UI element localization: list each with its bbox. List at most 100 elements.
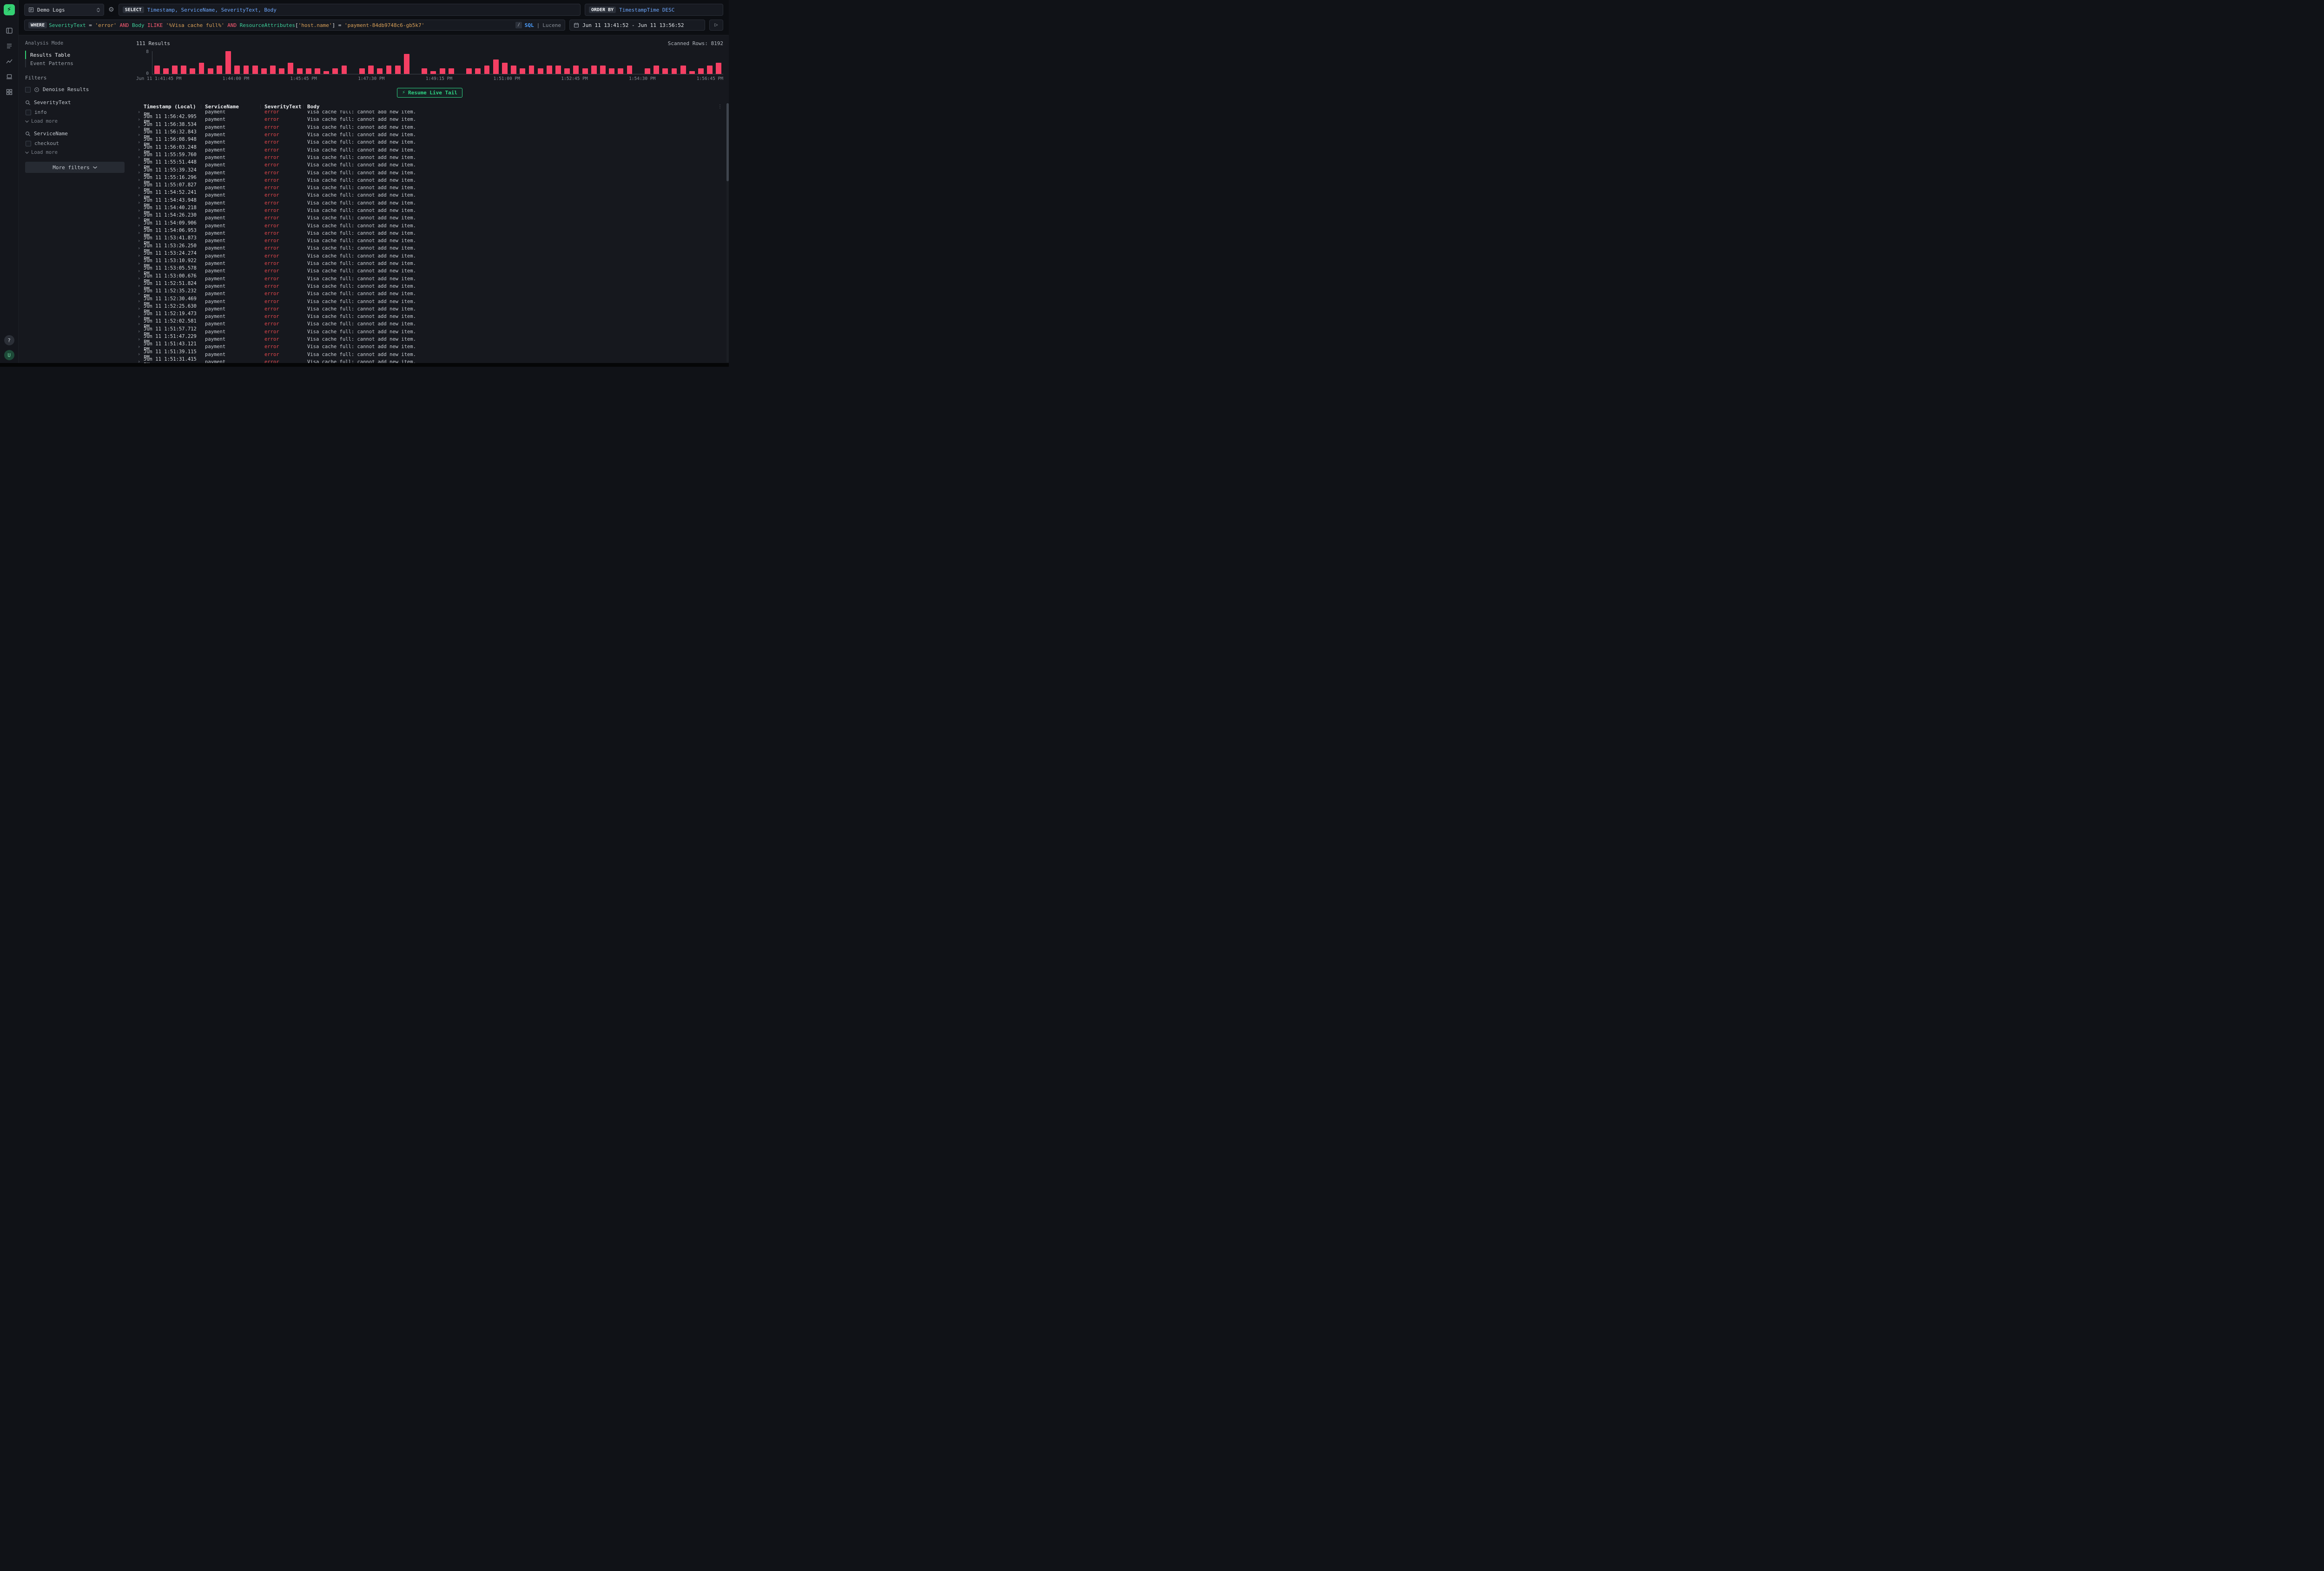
log-table-row[interactable]: ›Jun 11 1:55:51.448 PMpaymenterrorVisa c… (136, 161, 723, 169)
expand-row-icon[interactable]: › (136, 306, 144, 311)
log-table-row[interactable]: ›Jun 11 1:52:30.469 PMpaymenterrorVisa c… (136, 297, 723, 305)
column-resize-handle[interactable]: ⋮ (199, 105, 203, 109)
source-select[interactable]: Demo Logs (24, 4, 104, 16)
expand-row-icon[interactable]: › (136, 216, 144, 221)
histogram-bar[interactable] (315, 68, 320, 74)
histogram-bar[interactable] (564, 68, 570, 74)
expand-row-icon[interactable]: › (136, 352, 144, 357)
expand-row-icon[interactable]: › (136, 322, 144, 327)
histogram-bar[interactable] (288, 63, 293, 74)
histogram-bar[interactable] (225, 51, 231, 74)
histogram-bar[interactable] (609, 68, 614, 74)
log-table-row[interactable]: ›Jun 11 1:54:40.218 PMpaymenterrorVisa c… (136, 207, 723, 214)
app-logo-bolt-icon[interactable]: ⚡ (4, 4, 15, 15)
histogram-bar[interactable] (466, 68, 472, 74)
histogram-bar[interactable] (377, 68, 383, 74)
log-table-row[interactable]: ›Jun 11 1:55:39.324 PMpaymenterrorVisa c… (136, 169, 723, 176)
expand-row-icon[interactable]: › (136, 276, 144, 281)
histogram-bar[interactable] (672, 68, 677, 74)
histogram-bar[interactable] (163, 68, 169, 74)
log-table-row[interactable]: ›Jun 11 1:51:47.229 PMpaymenterrorVisa c… (136, 336, 723, 343)
histogram-bar[interactable] (430, 71, 436, 74)
denoise-checkbox[interactable] (25, 87, 31, 92)
histogram-bar[interactable] (270, 66, 276, 74)
histogram-bar[interactable] (449, 68, 454, 74)
header-severitytext[interactable]: SeverityText⋮ (264, 104, 307, 110)
expand-row-icon[interactable]: › (136, 163, 144, 168)
run-query-button[interactable]: ▷ (709, 20, 723, 31)
expand-row-icon[interactable]: › (136, 238, 144, 244)
where-query-input[interactable]: WHERESeverityText = 'error' AND Body ILI… (24, 20, 565, 31)
histogram-bar[interactable] (502, 63, 508, 74)
histogram-bar[interactable] (618, 68, 623, 74)
histogram-bar[interactable] (600, 66, 606, 74)
histogram-bar[interactable] (368, 66, 374, 74)
expand-row-icon[interactable]: › (136, 178, 144, 183)
expand-row-icon[interactable]: › (136, 208, 144, 213)
histogram-bar[interactable] (627, 66, 633, 74)
header-timestamp[interactable]: Timestamp (Local)⋮ (144, 104, 205, 110)
log-table-row[interactable]: ›Jun 11 1:55:59.760 PMpaymenterrorVisa c… (136, 154, 723, 161)
histogram-bar[interactable] (422, 68, 427, 74)
log-table-row[interactable]: ›Jun 11 1:53:26.250 PMpaymenterrorVisa c… (136, 244, 723, 252)
histogram-bar[interactable] (297, 68, 303, 74)
expand-row-icon[interactable]: › (136, 299, 144, 304)
mode-event-patterns[interactable]: Event Patterns (25, 59, 125, 67)
histogram-bar[interactable] (395, 66, 401, 74)
log-table-row[interactable]: ›Jun 11 1:56:32.843 PMpaymenterrorVisa c… (136, 131, 723, 139)
histogram-bar[interactable] (217, 66, 222, 74)
log-table-row[interactable]: ›Jun 11 1:53:24.274 PMpaymenterrorVisa c… (136, 252, 723, 260)
time-range-picker[interactable]: Jun 11 13:41:52 - Jun 11 13:56:52 (569, 20, 705, 31)
expand-row-icon[interactable]: › (136, 269, 144, 274)
expand-row-icon[interactable]: › (136, 155, 144, 160)
select-query-input[interactable]: SELECT Timestamp, ServiceName, SeverityT… (119, 4, 581, 16)
user-avatar[interactable]: U (4, 350, 14, 360)
histogram-bar[interactable] (154, 66, 160, 74)
expand-row-icon[interactable]: › (136, 125, 144, 130)
histogram-bar[interactable] (698, 68, 704, 74)
header-servicename[interactable]: ServiceName⋮ (205, 104, 264, 110)
histogram-bar[interactable] (689, 71, 695, 74)
expand-row-icon[interactable]: › (136, 337, 144, 342)
column-resize-handle[interactable]: ⋮ (258, 105, 263, 109)
histogram-bar[interactable] (244, 66, 249, 74)
log-table-row[interactable]: ›Jun 11 1:54:52.241 PMpaymenterrorVisa c… (136, 191, 723, 199)
line-chart-icon[interactable] (5, 57, 13, 66)
expand-row-icon[interactable]: › (136, 140, 144, 145)
lucene-mode-toggle[interactable]: Lucene (542, 22, 561, 28)
expand-row-icon[interactable]: › (136, 170, 144, 175)
log-table-row[interactable]: ›Jun 11 1:54:43.948 PMpaymenterrorVisa c… (136, 199, 723, 207)
expand-row-icon[interactable]: › (136, 200, 144, 205)
load-more-severitytext[interactable]: Load more (25, 119, 125, 124)
log-table-row[interactable]: ›Jun 11 1:56:42.995 PMpaymenterrorVisa c… (136, 116, 723, 123)
histogram-bar[interactable] (234, 66, 240, 74)
expand-row-icon[interactable]: › (136, 223, 144, 228)
histogram-bar[interactable] (172, 66, 178, 74)
histogram-bar[interactable] (252, 66, 258, 74)
log-table-row[interactable]: ›Jun 11 1:53:00.676 PMpaymenterrorVisa c… (136, 275, 723, 283)
histogram-bar[interactable] (645, 68, 650, 74)
histogram-bar[interactable] (181, 66, 186, 74)
histogram-bar[interactable] (716, 63, 721, 74)
log-table-row[interactable]: ›Jun 11 1:54:09.906 PMpaymenterrorVisa c… (136, 222, 723, 229)
histogram-bar[interactable] (538, 68, 543, 74)
expand-row-icon[interactable]: › (136, 344, 144, 350)
expand-row-icon[interactable]: › (136, 246, 144, 251)
histogram-bar[interactable] (404, 54, 409, 74)
histogram-bar[interactable] (279, 68, 284, 74)
log-table-row[interactable]: ›Jun 11 1:56:38.534 PMpaymenterrorVisa c… (136, 124, 723, 131)
log-table-row[interactable]: ›Jun 11 1:53:41.873 PMpaymenterrorVisa c… (136, 237, 723, 244)
log-table-row[interactable]: ›Jun 11 1:52:25.630 PMpaymenterrorVisa c… (136, 305, 723, 313)
histogram-bar[interactable] (547, 66, 552, 74)
load-more-servicename[interactable]: Load more (25, 150, 125, 155)
histogram-bar[interactable] (555, 66, 561, 74)
search-panel-icon[interactable] (5, 26, 13, 35)
log-table-row[interactable]: ›Jun 11 1:52:19.473 PMpaymenterrorVisa c… (136, 313, 723, 320)
log-table-row[interactable]: ›Jun 11 1:54:06.953 PMpaymenterrorVisa c… (136, 230, 723, 237)
histogram-bar[interactable] (529, 66, 535, 74)
horizontal-scrollbar[interactable] (0, 363, 729, 367)
expand-row-icon[interactable]: › (136, 284, 144, 289)
expand-row-icon[interactable]: › (136, 261, 144, 266)
histogram-bar[interactable] (190, 68, 195, 74)
histogram-bar[interactable] (511, 66, 516, 74)
